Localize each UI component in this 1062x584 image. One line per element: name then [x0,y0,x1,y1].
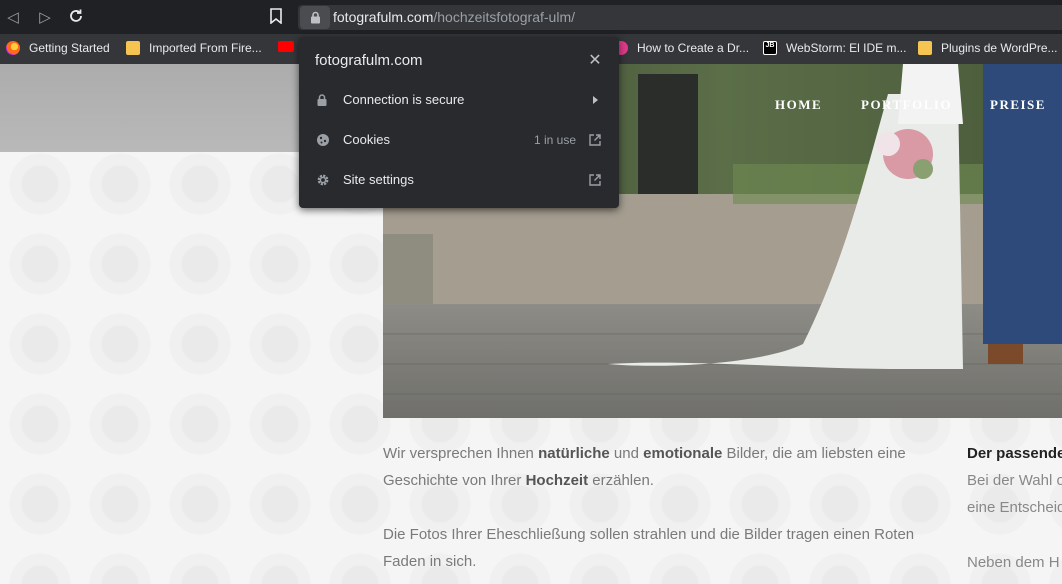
external-link-icon [588,173,602,187]
nav-portfolio[interactable]: PORTFOLIO [861,97,952,113]
folder-icon [126,41,140,55]
url-text[interactable]: fotografulm.com/hochzeitsfotograf-ulm/ [333,9,575,25]
intro-paragraph: Wir versprechen Ihnen natürliche und emo… [383,445,906,489]
side-heading: Der passende [967,445,1062,462]
site-settings-row[interactable]: Site settings [299,160,619,200]
close-icon[interactable]: ✕ [586,51,604,69]
popup-title: fotografulm.com [315,52,423,69]
connection-secure-row[interactable]: Connection is secure [299,80,619,120]
jetbrains-icon: JB [763,41,777,55]
firefox-icon [6,41,20,55]
side-text-line: Bei der Wahl o [967,472,1062,489]
cookies-count: 1 in use [534,133,577,147]
lock-icon [316,93,330,107]
external-link-icon [588,133,602,147]
site-info-popup: fotografulm.com ✕ Connection is secure C… [299,37,619,208]
bookmark-icon[interactable] [267,8,285,26]
reload-icon[interactable] [67,8,85,26]
browser-toolbar: ◁ ▷ fotografulm.com/hochzeitsfotograf-ul… [0,0,1062,34]
youtube-icon [278,41,294,52]
lock-icon [311,11,320,24]
site-info-button[interactable] [300,6,330,29]
gear-icon [316,173,330,187]
chevron-right-icon [588,93,602,107]
nav-home[interactable]: HOME [775,97,822,113]
bookmark-how-to-create[interactable]: How to Create a Dr... [614,41,749,55]
forward-arrow-icon[interactable]: ▷ [36,8,54,26]
second-paragraph: Die Fotos Ihrer Eheschließung sollen str… [383,526,915,570]
cookies-row[interactable]: Cookies 1 in use [299,120,619,160]
bookmark-getting-started[interactable]: Getting Started [6,41,110,55]
nav-preise[interactable]: PREISE [990,97,1046,113]
bookmark-plugins-folder[interactable]: Plugins de WordPre... [918,41,1058,55]
cookie-icon [316,133,330,147]
folder-icon [918,41,932,55]
bookmark-imported-folder[interactable]: Imported From Fire... [126,41,262,55]
back-arrow-icon[interactable]: ◁ [4,8,22,26]
bookmark-webstorm[interactable]: JB WebStorm: El IDE m... [763,41,906,55]
side-text-line: eine Entscheid [967,499,1062,516]
side-text-line: Neben dem H [967,554,1060,571]
